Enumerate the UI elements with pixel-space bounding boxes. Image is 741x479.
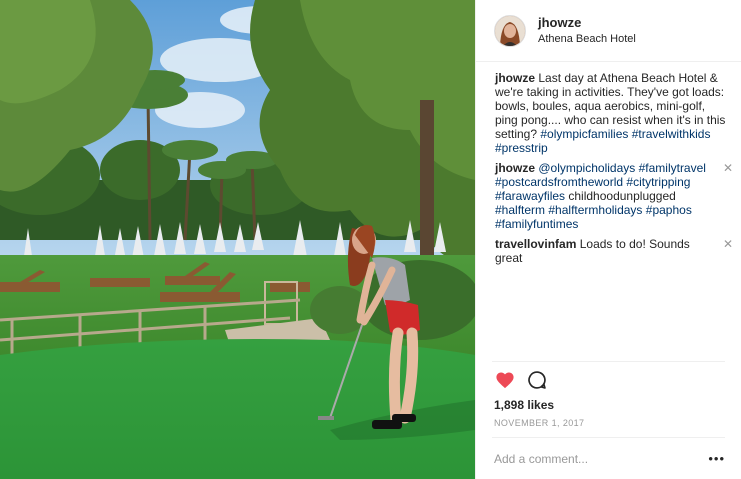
- add-comment-input[interactable]: [494, 451, 694, 466]
- comment-item: travellovinfam Loads to do! Sounds great…: [495, 237, 733, 265]
- delete-comment-icon[interactable]: ✕: [723, 161, 733, 175]
- mention-link[interactable]: @olympicholidays: [538, 161, 635, 175]
- hashtag-link[interactable]: #presstrip: [495, 141, 548, 155]
- avatar-image: [495, 15, 525, 46]
- hashtag-link[interactable]: #citytripping: [626, 175, 690, 189]
- header-username[interactable]: jhowze: [538, 15, 636, 31]
- mini-golf-photo: [0, 0, 475, 479]
- hashtag-link[interactable]: #familytravel: [639, 161, 706, 175]
- header-location[interactable]: Athena Beach Hotel: [538, 31, 636, 47]
- hashtag-link[interactable]: #farawayfiles: [495, 189, 565, 203]
- header-text: jhowze Athena Beach Hotel: [538, 15, 636, 47]
- avatar[interactable]: [494, 14, 526, 47]
- post-date[interactable]: NOVEMBER 1, 2017: [494, 418, 725, 428]
- add-comment-bar: •••: [492, 437, 725, 479]
- hashtag-link[interactable]: #olympicfamilies: [540, 127, 628, 141]
- likes-count[interactable]: 1,898 likes: [494, 398, 725, 412]
- hashtag-link[interactable]: #halfterm: [495, 203, 545, 217]
- hashtag-link[interactable]: #postcardsfromtheworld: [495, 175, 623, 189]
- comment-bubble-icon[interactable]: [526, 370, 548, 390]
- instagram-post: jhowze Athena Beach Hotel jhowze Last da…: [0, 0, 741, 479]
- post-photo[interactable]: [0, 0, 475, 479]
- hashtag-link[interactable]: #paphos: [646, 203, 692, 217]
- hashtag-link[interactable]: #familyfuntimes: [495, 217, 578, 231]
- hashtag-link[interactable]: #travelwithkids: [632, 127, 711, 141]
- comment-item: jhowze @olympicholidays #familytravel #p…: [495, 161, 733, 231]
- comment-text: childhoodunplugged: [568, 189, 676, 203]
- comment-username[interactable]: travellovinfam: [495, 237, 576, 251]
- caption-username[interactable]: jhowze: [495, 71, 535, 85]
- post-header: jhowze Athena Beach Hotel: [476, 0, 741, 62]
- comments-list: jhowze Last day at Athena Beach Hotel & …: [476, 62, 741, 361]
- heart-filled-icon[interactable]: [494, 370, 516, 390]
- hashtag-link[interactable]: #halftermholidays: [548, 203, 642, 217]
- delete-comment-icon[interactable]: ✕: [723, 237, 733, 251]
- action-icons: [494, 370, 725, 390]
- post-actions: 1,898 likes NOVEMBER 1, 2017: [492, 361, 725, 431]
- more-options-icon[interactable]: •••: [708, 451, 725, 466]
- comment-username[interactable]: jhowze: [495, 161, 535, 175]
- post-side-panel: jhowze Athena Beach Hotel jhowze Last da…: [475, 0, 741, 479]
- caption: jhowze Last day at Athena Beach Hotel & …: [495, 71, 727, 155]
